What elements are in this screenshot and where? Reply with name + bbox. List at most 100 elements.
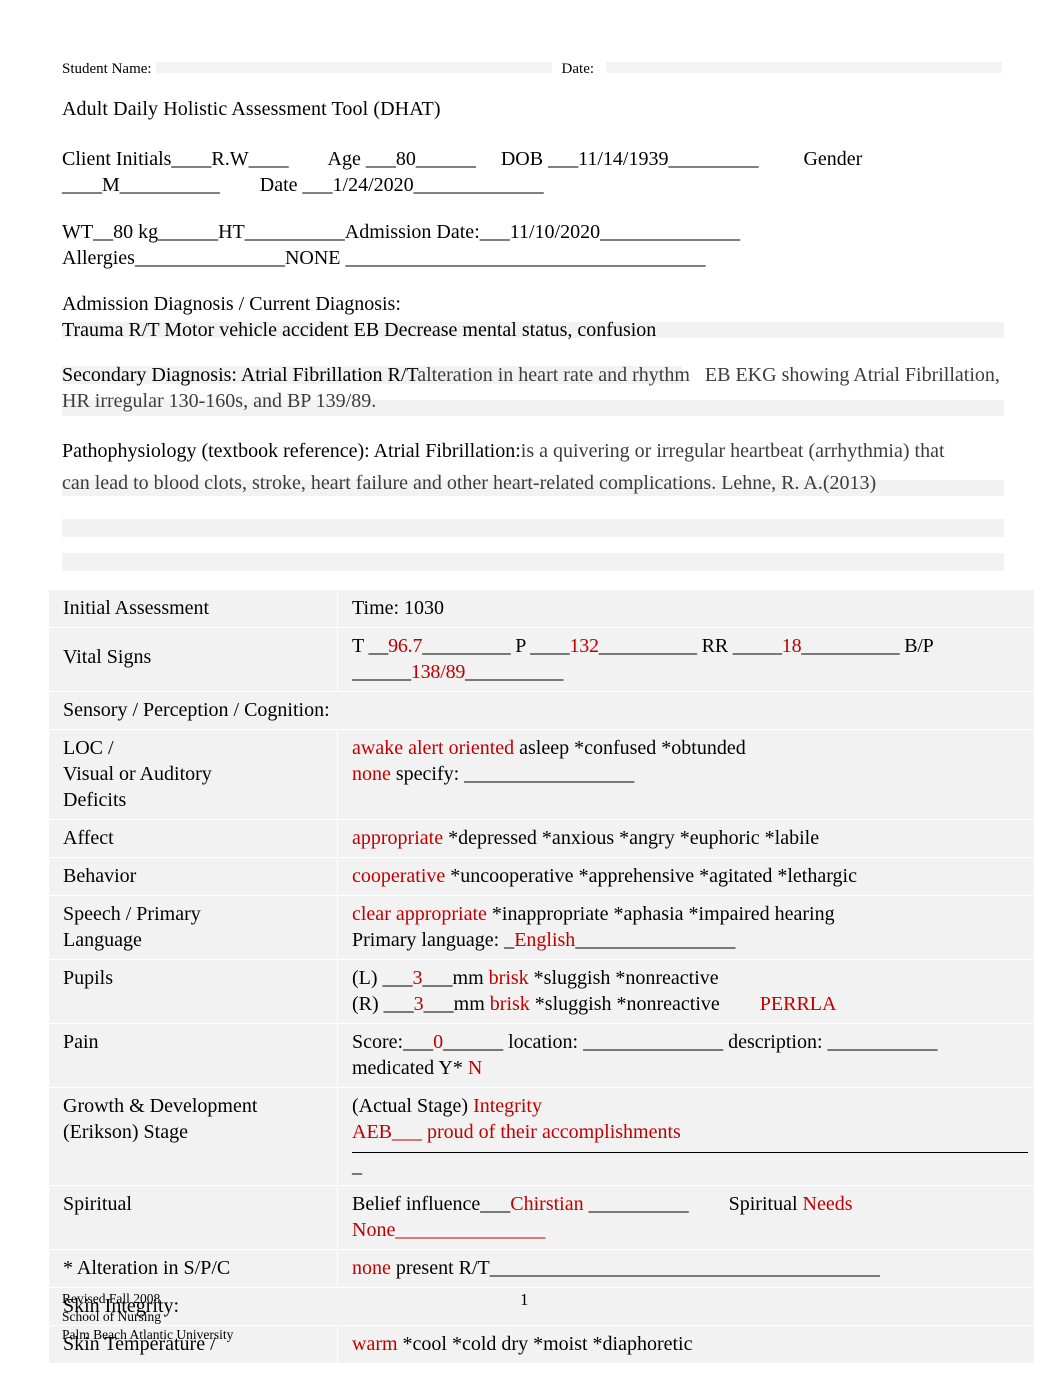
pupil-right-prefix: (R) ___ bbox=[352, 993, 414, 1015]
table-row-spiritual: Spiritual Belief influence___Chirstian _… bbox=[48, 1185, 1035, 1250]
client-identifiers-line2: ____M__________ Date ___1/24/2020_______… bbox=[62, 174, 544, 197]
perrla-note: PERRLA bbox=[759, 993, 837, 1015]
spiritual-needs-label: Spiritual bbox=[688, 1193, 803, 1215]
affect-values: appropriate *depressed *anxious *angry *… bbox=[337, 819, 1035, 858]
pupil-left-reaction: brisk bbox=[488, 967, 529, 989]
weight-height-admission: WT__80 kg______HT__________Admission Dat… bbox=[62, 219, 1012, 272]
spiritual-belief-label: Belief influence___ bbox=[352, 1193, 511, 1215]
table-row-loc: LOC / Visual or Auditory Deficits awake al… bbox=[48, 729, 1035, 820]
affect-label: Affect bbox=[48, 819, 338, 858]
wt-ht-admission-line: WT__80 kg______HT__________Admission Dat… bbox=[62, 221, 741, 243]
loc-values: awake alert oriented asleep *confused *o… bbox=[337, 729, 1035, 820]
pain-location-field: location: ______________ bbox=[503, 1031, 724, 1053]
primary-language-value: English bbox=[514, 929, 576, 951]
loc-selected-options: awake alert oriented bbox=[352, 737, 515, 759]
document-page: Student Name: Date: Adult Daily Holistic… bbox=[0, 0, 1062, 1377]
speech-label: Speech / Primary Language bbox=[48, 895, 338, 960]
sensory-section-header: Sensory / Perception / Cognition: bbox=[48, 691, 1035, 730]
temp-tail: _________ bbox=[422, 635, 511, 657]
bp-value: 138/89 bbox=[410, 661, 466, 683]
student-name-label: Student Name: bbox=[62, 61, 152, 77]
growth-stage-value: Integrity bbox=[473, 1095, 542, 1117]
shade-strip-patho-2 bbox=[62, 519, 1004, 537]
primary-language-tail: ________________ bbox=[575, 929, 736, 951]
secondary-diagnosis-label: Secondary Diagnosis: Atrial Fibrillation… bbox=[62, 364, 418, 386]
growth-stage-label: (Actual Stage) bbox=[352, 1095, 474, 1117]
admission-diagnosis-block: Admission Diagnosis / Current Diagnosis:… bbox=[62, 291, 1012, 344]
spiritual-needs-value: Needs bbox=[802, 1193, 853, 1215]
alteration-label: * Alteration in S/P/C bbox=[48, 1249, 338, 1288]
pupil-right-value: 3 bbox=[413, 993, 424, 1015]
alteration-values: none present R/T________________________… bbox=[337, 1249, 1035, 1288]
behavior-selected: cooperative bbox=[352, 865, 446, 887]
date-fill bbox=[606, 62, 1002, 73]
vital-signs-label: Vital Signs bbox=[48, 627, 338, 692]
speech-label-line1: Speech / Primary bbox=[63, 903, 201, 925]
table-row-pain: Pain Score:___0______ location: ________… bbox=[48, 1023, 1035, 1088]
pupil-right-options: *sluggish *nonreactive bbox=[529, 993, 720, 1015]
page-number: 1 bbox=[520, 1290, 529, 1309]
behavior-values: cooperative *uncooperative *apprehensive… bbox=[337, 857, 1035, 896]
pain-medicated-label: medicated Y* bbox=[352, 1057, 468, 1079]
pupil-left-mid: ___mm bbox=[422, 967, 489, 989]
footer-revised: Revised Fall 2008 bbox=[62, 1291, 161, 1306]
rr-value: 18 bbox=[781, 635, 802, 657]
pupils-values: (L) ___3 ___mm brisk *sluggish *nonreacti… bbox=[337, 959, 1035, 1024]
pathophysiology-label: Pathophysiology (textbook reference): At… bbox=[62, 440, 521, 462]
pain-score-tail: ______ bbox=[443, 1031, 504, 1053]
pain-score-value: 0 bbox=[433, 1031, 444, 1053]
page-title: Adult Daily Holistic Assessment Tool (DH… bbox=[62, 98, 441, 120]
pain-score-prefix: Score:___ bbox=[352, 1031, 434, 1053]
table-row-initial-assessment: Initial Assessment Time: 1030 bbox=[48, 589, 1035, 628]
admission-diagnosis-label: Admission Diagnosis / Current Diagnosis: bbox=[62, 293, 401, 315]
deficits-specify: specify: _________________ bbox=[390, 763, 635, 785]
table-row-alteration-spc: * Alteration in S/P/C none present R/T__… bbox=[48, 1249, 1035, 1288]
spiritual-values: Belief influence___Chirstian __________ … bbox=[337, 1185, 1035, 1250]
temp-value: 96.7 bbox=[388, 635, 423, 657]
secondary-diagnosis-mid: alteration in heart rate and rhythm bbox=[417, 364, 690, 386]
page-footer: Revised Fall 2008 School of Nursing Palm… bbox=[62, 1290, 233, 1343]
rr-label: RR _____ bbox=[696, 635, 782, 657]
initial-assessment-time: Time: 1030 bbox=[337, 589, 1035, 628]
affect-options: *depressed *anxious *angry *euphoric *la… bbox=[443, 827, 820, 849]
loc-label-line2: Visual or Auditory bbox=[63, 763, 212, 785]
footer-school: School of Nursing bbox=[62, 1308, 161, 1324]
pulse-tail: __________ bbox=[598, 635, 697, 657]
header-row: Student Name: Date: bbox=[62, 60, 1002, 79]
table-row-speech: Speech / Primary Language clear appropria… bbox=[48, 895, 1035, 960]
pain-medicated-value: N bbox=[467, 1057, 483, 1079]
table-row-growth-development: Growth & Development (Erikson) Stage (Act… bbox=[48, 1087, 1035, 1186]
allergies-line: Allergies_______________NONE ___________… bbox=[62, 247, 706, 270]
rr-tail: __________ bbox=[801, 635, 900, 657]
growth-values: (Actual Stage) Integrity AEB___ proud of … bbox=[337, 1087, 1035, 1186]
behavior-label: Behavior bbox=[48, 857, 338, 896]
table-row-pupils: Pupils (L) ___3___mm brisk *sluggish *no… bbox=[48, 959, 1035, 1024]
pain-label: Pain bbox=[48, 1023, 338, 1088]
growth-dash: _ bbox=[352, 1155, 362, 1177]
loc-label-line3: Deficits bbox=[63, 789, 127, 811]
pathophysiology-block: Pathophysiology (textbook reference): At… bbox=[62, 435, 1012, 500]
skin-temperature-values: warm *cool *cold dry *moist *diaphoretic bbox=[337, 1325, 1035, 1364]
loc-other-options: asleep *confused *obtunded bbox=[514, 737, 746, 759]
pathophysiology-text-line2: can lead to blood clots, stroke, heart f… bbox=[62, 472, 877, 495]
client-identifiers-line1: Client Initials____R.W____ Age ___80____… bbox=[62, 148, 863, 170]
pain-description-field: description: ___________ bbox=[723, 1031, 938, 1053]
behavior-options: *uncooperative *apprehensive *agitated *… bbox=[445, 865, 857, 887]
pupil-left-prefix: (L) ___ bbox=[352, 967, 413, 989]
shade-strip-patho-3 bbox=[62, 553, 1004, 571]
secondary-diagnosis-block: Secondary Diagnosis: Atrial Fibrillation… bbox=[62, 362, 1012, 415]
loc-label-line1: LOC / bbox=[63, 737, 114, 759]
primary-language-label: Primary language: _ bbox=[352, 929, 515, 951]
spiritual-label: Spiritual bbox=[48, 1185, 338, 1250]
alteration-selected: none bbox=[352, 1257, 391, 1279]
admission-diagnosis-value: Trauma R/T Motor vehicle accident EB Dec… bbox=[62, 319, 657, 342]
affect-selected: appropriate bbox=[352, 827, 444, 849]
pathophysiology-text-line1: is a quivering or irregular heartbeat (a… bbox=[520, 440, 945, 462]
table-row-behavior: Behavior cooperative *uncooperative *app… bbox=[48, 857, 1035, 896]
date-label: Date: bbox=[561, 61, 595, 77]
speech-label-line2: Language bbox=[63, 929, 142, 951]
spiritual-belief-tail: __________ bbox=[583, 1193, 689, 1215]
table-row-sensory-header: Sensory / Perception / Cognition: bbox=[48, 691, 1035, 730]
pupil-right-reaction: brisk bbox=[489, 993, 530, 1015]
client-identifiers: Client Initials____R.W____ Age ___80____… bbox=[62, 146, 1012, 199]
